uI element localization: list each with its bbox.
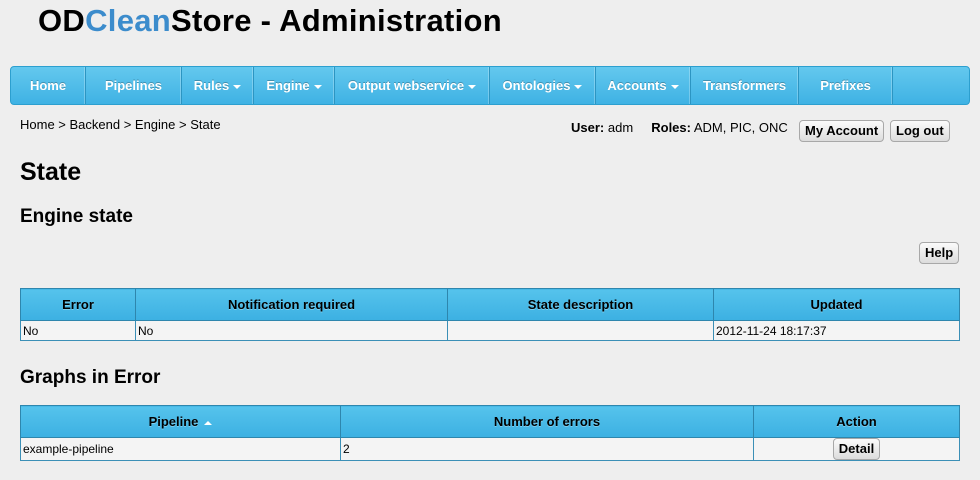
column-header-number-of-errors[interactable]: Number of errors: [340, 405, 754, 438]
nav-ontologies[interactable]: Ontologies: [490, 67, 596, 104]
nav-output-webservice[interactable]: Output webservice: [335, 67, 490, 104]
graphs-in-error-heading: Graphs in Error: [20, 367, 161, 388]
sort-ascending-icon: [204, 420, 213, 425]
roles-label: Roles:: [651, 120, 691, 135]
logout-button[interactable]: Log out: [890, 120, 950, 142]
engine-state-table: Error Notification required State descri…: [20, 288, 960, 341]
user-label: User:: [571, 120, 605, 135]
cell-errors: 2: [340, 437, 754, 461]
user-value: adm: [607, 120, 634, 135]
column-header-updated: Updated: [713, 288, 960, 321]
column-header-action: Action: [753, 405, 960, 438]
cell-error: No: [20, 320, 136, 341]
help-button[interactable]: Help: [919, 242, 960, 264]
chevron-down-icon: [468, 84, 477, 89]
chevron-down-icon: [313, 84, 322, 89]
nav-engine[interactable]: Engine: [254, 67, 335, 104]
detail-button[interactable]: Detail: [832, 438, 881, 460]
cell-description: [447, 320, 714, 341]
app-title-part-clean: Clean: [85, 3, 172, 38]
table-row: No No 2012-11-24 18:17:37: [20, 320, 960, 341]
engine-state-heading: Engine state: [20, 206, 133, 227]
column-header-error: Error: [20, 288, 136, 321]
nav-rules[interactable]: Rules: [182, 67, 254, 104]
cell-pipeline: example-pipeline: [20, 437, 341, 461]
column-header-state-description: State description: [447, 288, 714, 321]
chevron-down-icon: [574, 84, 583, 89]
column-header-pipeline[interactable]: Pipeline: [20, 405, 341, 438]
user-info: User: adm Roles: ADM, PIC, ONC: [571, 120, 788, 135]
main-navbar: Home Pipelines Rules Engine Output webse…: [10, 66, 970, 105]
chevron-down-icon: [670, 84, 679, 89]
page-title: State: [20, 158, 82, 186]
graphs-in-error-table: Pipeline Number of errors Action example…: [20, 405, 960, 461]
nav-transformers[interactable]: Transformers: [691, 67, 799, 104]
app-title-part-store: Store - Administration: [171, 3, 502, 38]
roles-value: ADM, PIC, ONC: [693, 120, 788, 135]
cell-updated: 2012-11-24 18:17:37: [713, 320, 960, 341]
chevron-down-icon: [233, 84, 242, 89]
cell-action: Detail: [753, 437, 960, 461]
app-title: ODCleanStore - Administration: [38, 3, 502, 39]
nav-prefixes[interactable]: Prefixes: [799, 67, 893, 104]
cell-notification: No: [135, 320, 448, 341]
nav-pipelines[interactable]: Pipelines: [86, 67, 182, 104]
table-row: example-pipeline 2 Detail: [20, 437, 960, 461]
app-title-part-od: OD: [38, 3, 86, 38]
nav-home[interactable]: Home: [11, 67, 86, 104]
nav-accounts[interactable]: Accounts: [596, 67, 691, 104]
my-account-button[interactable]: My Account: [799, 120, 885, 142]
breadcrumb: Home > Backend > Engine > State: [20, 117, 221, 132]
column-header-notification: Notification required: [135, 288, 448, 321]
